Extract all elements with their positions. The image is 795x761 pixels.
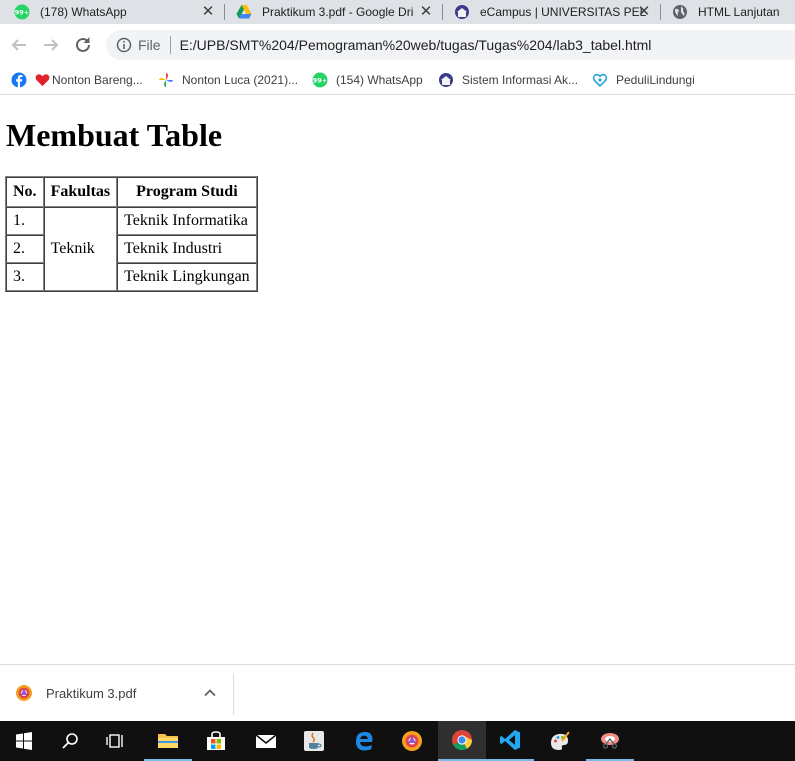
taskbar-vscode[interactable] xyxy=(486,721,534,761)
bookmark-label: (154) WhatsApp xyxy=(336,73,423,87)
whatsapp-icon: 99+ xyxy=(312,72,328,88)
google-drive-icon xyxy=(236,5,252,19)
taskbar-mail[interactable] xyxy=(242,721,290,761)
globe-icon xyxy=(673,5,687,19)
java-icon xyxy=(304,731,324,751)
paint-icon xyxy=(551,731,570,750)
page-heading: Membuat Table xyxy=(6,117,223,153)
header-program-studi: Program Studi xyxy=(117,177,257,207)
windows-icon xyxy=(16,732,32,750)
search-icon xyxy=(62,733,78,749)
pinwheel-icon xyxy=(159,73,173,87)
taskbar-avast[interactable] xyxy=(388,721,436,761)
header-no: No. xyxy=(6,177,44,207)
task-view-icon xyxy=(106,734,123,748)
back-arrow-icon[interactable] xyxy=(8,34,30,56)
address-bar[interactable]: File E:/UPB/SMT%204/Pemograman%20web/tug… xyxy=(106,30,795,60)
bookmarks-bar: Nonton Bareng... Nonton Luca (2021)... 9… xyxy=(0,66,795,95)
cell-fakultas: Teknik xyxy=(43,207,118,291)
info-icon[interactable] xyxy=(116,37,132,53)
university-icon xyxy=(455,5,469,19)
cell-program-studi: Teknik Industri xyxy=(117,235,257,263)
svg-text:99+: 99+ xyxy=(15,9,30,17)
download-filename: Praktikum 3.pdf xyxy=(46,685,137,701)
snip-icon xyxy=(601,733,619,749)
taskbar-search[interactable] xyxy=(46,721,94,761)
heart-icon xyxy=(35,74,50,87)
taskbar-paint[interactable] xyxy=(536,721,584,761)
chrome-icon xyxy=(452,730,473,751)
folder-icon xyxy=(158,734,178,748)
bookmark-label: Nonton Bareng... xyxy=(52,73,143,87)
url-text[interactable]: E:/UPB/SMT%204/Pemograman%20web/tugas/Tu… xyxy=(180,37,652,53)
table-header-row: No. Fakultas Program Studi xyxy=(6,177,257,207)
vscode-icon xyxy=(500,730,520,750)
tab-title: eCampus | UNIVERSITAS PEL xyxy=(480,5,647,19)
tab-title: HTML Lanjutan xyxy=(698,5,780,19)
pedulilindungi-icon xyxy=(592,73,608,88)
tab-strip: 99+ (178) WhatsApp ✕ Praktikum 3.pdf - G… xyxy=(0,0,795,24)
cell-program-studi: Teknik Informatika xyxy=(117,207,257,235)
university-icon xyxy=(439,73,453,87)
pdf-reader-icon xyxy=(16,685,32,701)
taskbar-file-explorer[interactable] xyxy=(144,721,192,761)
tab-title: (178) WhatsApp xyxy=(40,5,127,19)
edge-icon xyxy=(356,732,373,751)
cell-no: 1. xyxy=(6,207,44,235)
bookmark-label: PeduliLindungi xyxy=(616,73,695,87)
tab-google-drive[interactable]: Praktikum 3.pdf - Google Dri ✕ xyxy=(224,0,442,24)
store-icon xyxy=(207,731,225,750)
taskbar-chrome[interactable] xyxy=(438,721,486,761)
taskbar-java[interactable] xyxy=(290,721,338,761)
bookmark-nonton-luca[interactable]: Nonton Luca (2021)... xyxy=(158,70,298,90)
tab-title: Praktikum 3.pdf - Google Dri xyxy=(262,5,414,19)
download-separator xyxy=(233,673,234,715)
mail-icon xyxy=(255,734,277,748)
taskbar-snipping-tool[interactable] xyxy=(586,721,634,761)
svg-text:99+: 99+ xyxy=(313,77,328,85)
tab-html-lanjutan[interactable]: HTML Lanjutan xyxy=(660,0,795,24)
bookmark-whatsapp[interactable]: 99+ (154) WhatsApp xyxy=(312,70,423,90)
cell-no: 2. xyxy=(6,235,44,263)
omnibox-divider xyxy=(169,36,171,54)
windows-taskbar xyxy=(0,721,795,761)
taskbar-store[interactable] xyxy=(192,721,240,761)
tab-whatsapp[interactable]: 99+ (178) WhatsApp ✕ xyxy=(0,0,224,24)
tab-ecampus[interactable]: eCampus | UNIVERSITAS PEL ✕ xyxy=(442,0,660,24)
close-icon[interactable]: ✕ xyxy=(636,4,652,20)
taskbar-start[interactable] xyxy=(0,721,48,761)
faculty-table: No. Fakultas Program Studi 1. Teknik Tek… xyxy=(5,176,258,292)
browser-toolbar: File E:/UPB/SMT%204/Pemograman%20web/tug… xyxy=(0,24,795,66)
bookmark-facebook[interactable] xyxy=(11,70,27,90)
whatsapp-icon: 99+ xyxy=(14,4,30,20)
taskbar-task-view[interactable] xyxy=(92,721,140,761)
avast-icon xyxy=(402,731,422,751)
taskbar-edge[interactable] xyxy=(340,721,388,761)
forward-arrow-icon[interactable] xyxy=(40,34,62,56)
bookmark-sistem-informasi[interactable]: Sistem Informasi Ak... xyxy=(438,70,578,90)
close-icon[interactable]: ✕ xyxy=(200,4,216,20)
download-shelf: Praktikum 3.pdf xyxy=(0,664,795,722)
page-content: Membuat Table No. Fakultas Program Studi… xyxy=(0,95,795,664)
bookmark-nonton-bareng[interactable]: Nonton Bareng... xyxy=(35,70,143,90)
cell-program-studi: Teknik Lingkungan xyxy=(117,263,257,291)
reload-icon[interactable] xyxy=(72,34,94,56)
header-fakultas: Fakultas xyxy=(43,177,118,207)
cell-no: 3. xyxy=(6,263,44,291)
bookmark-label: Nonton Luca (2021)... xyxy=(182,73,299,87)
facebook-icon xyxy=(11,72,27,88)
url-scheme-label: File xyxy=(138,37,161,53)
bookmark-pedulilindungi[interactable]: PeduliLindungi xyxy=(592,70,695,90)
download-item[interactable]: Praktikum 3.pdf xyxy=(14,683,136,703)
close-icon[interactable]: ✕ xyxy=(418,4,434,20)
chevron-up-icon[interactable] xyxy=(202,685,218,701)
table-row: 1. Teknik Teknik Informatika xyxy=(6,207,257,291)
bookmark-label: Sistem Informasi Ak... xyxy=(462,73,579,87)
